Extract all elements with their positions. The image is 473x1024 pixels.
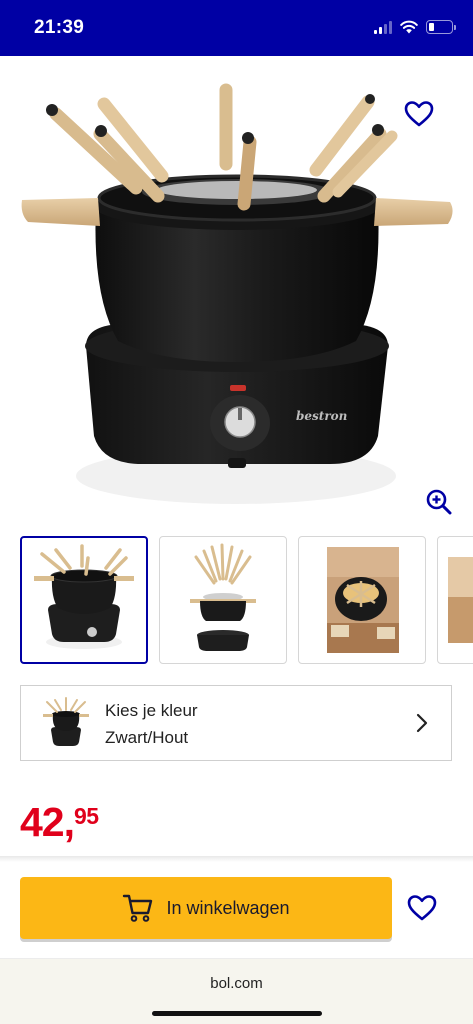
add-to-cart-button[interactable]: In winkelwagen [20,877,392,939]
browser-url[interactable]: bol.com [0,975,473,992]
sticky-bar-shadow [0,856,473,862]
color-selector[interactable]: Kies je kleur Zwart/Hout [20,685,452,761]
thumbnail-1[interactable] [20,536,148,664]
thumbnail-4[interactable] [437,536,473,664]
favorite-heart-icon-bottom[interactable] [406,892,438,924]
favorite-heart-icon[interactable] [403,98,435,130]
cellular-signal-icon [374,20,392,34]
image-thumbnail-strip[interactable] [20,536,473,666]
color-selector-label: Kies je kleur [105,701,198,720]
thumbnail-3[interactable] [298,536,426,664]
color-selector-value: Zwart/Hout [105,728,189,747]
price-decimals: 95 [74,803,99,829]
battery-icon [426,20,456,34]
price-integer: 42, [20,799,75,845]
product-price: 42, 95 [20,800,99,844]
add-to-cart-label: In winkelwagen [166,897,290,918]
browser-address-bar[interactable]: bol.com [0,958,473,1024]
battery-level [429,23,434,31]
zoom-in-icon[interactable] [425,488,453,516]
wifi-icon [400,20,418,34]
thumbnail-2[interactable] [159,536,287,664]
status-bar: 21:39 [0,0,473,56]
color-variant-thumbnail [43,697,89,746]
shopping-cart-icon [123,894,153,922]
status-icons [374,20,456,34]
home-indicator[interactable] [152,1011,322,1016]
chevron-right-icon [416,713,428,733]
status-time: 21:39 [34,17,85,38]
product-page: 21:39 bestron Kies je kleur Zwart/Hout 4… [0,0,473,1024]
brand-logo: bestron [296,409,347,423]
